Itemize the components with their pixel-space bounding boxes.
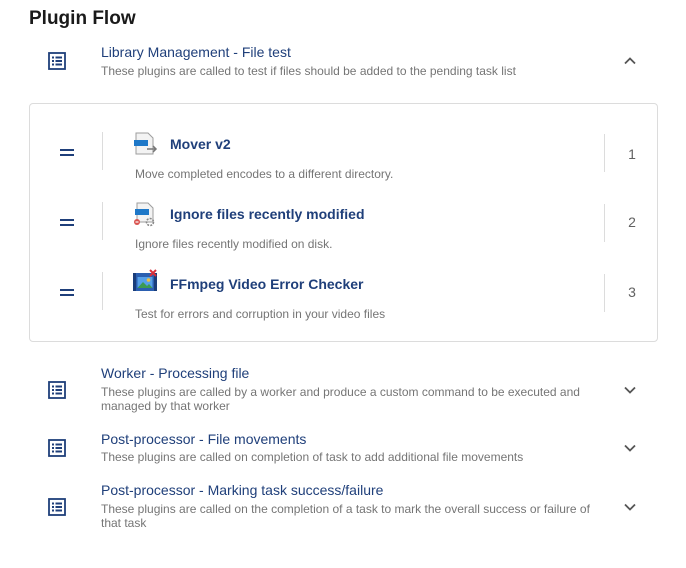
section-library-management[interactable]: Library Management - File test These plu… — [29, 42, 657, 86]
section-description: These plugins are called by a worker and… — [101, 385, 580, 413]
section-worker-processing[interactable]: Worker - Processing file These plugins a… — [29, 364, 657, 416]
file-settings-icon — [132, 201, 158, 227]
plugin-order: 1 — [628, 146, 636, 162]
list-icon — [48, 381, 66, 399]
plugin-description: Test for errors and corruption in your v… — [135, 307, 386, 321]
plugin-row[interactable]: Mover v2 Move completed encodes to a dif… — [30, 126, 657, 188]
section-title: Library Management - File test — [101, 44, 291, 60]
plugin-row[interactable]: FFmpeg Video Error Checker Test for erro… — [30, 266, 657, 328]
section-description: These plugins are called on completion o… — [101, 450, 524, 464]
plugin-name: Ignore files recently modified — [170, 206, 365, 222]
chevron-down-icon[interactable] — [623, 441, 637, 455]
plugin-name: FFmpeg Video Error Checker — [170, 276, 364, 292]
chevron-down-icon[interactable] — [623, 383, 637, 397]
drag-handle-icon[interactable] — [60, 219, 74, 229]
chevron-down-icon[interactable] — [623, 500, 637, 514]
section-description: These plugins are called on the completi… — [101, 502, 590, 530]
file-move-icon — [132, 131, 158, 157]
section-post-processor-file-movements[interactable]: Post-processor - File movements These pl… — [29, 430, 657, 468]
section-title: Worker - Processing file — [101, 365, 250, 381]
section-post-processor-marking-task[interactable]: Post-processor - Marking task success/fa… — [29, 481, 657, 533]
plugin-description: Move completed encodes to a different di… — [135, 167, 394, 181]
section-title: Post-processor - File movements — [101, 431, 307, 447]
list-icon — [48, 439, 66, 457]
video-film-icon — [132, 269, 158, 295]
plugin-row[interactable]: Ignore files recently modified Ignore fi… — [30, 196, 657, 258]
plugin-order: 2 — [628, 214, 636, 230]
section-description: These plugins are called to test if file… — [101, 64, 516, 78]
plugin-description: Ignore files recently modified on disk. — [135, 237, 333, 251]
plugin-order: 3 — [628, 284, 636, 300]
list-icon — [48, 52, 66, 70]
section-title: Post-processor - Marking task success/fa… — [101, 482, 384, 498]
drag-handle-icon[interactable] — [60, 149, 74, 159]
list-icon — [48, 498, 66, 516]
drag-handle-icon[interactable] — [60, 289, 74, 299]
page-title: Plugin Flow — [29, 8, 136, 29]
plugin-name: Mover v2 — [170, 136, 231, 152]
chevron-up-icon[interactable] — [623, 54, 637, 68]
plugin-list: Mover v2 Move completed encodes to a dif… — [29, 103, 658, 342]
